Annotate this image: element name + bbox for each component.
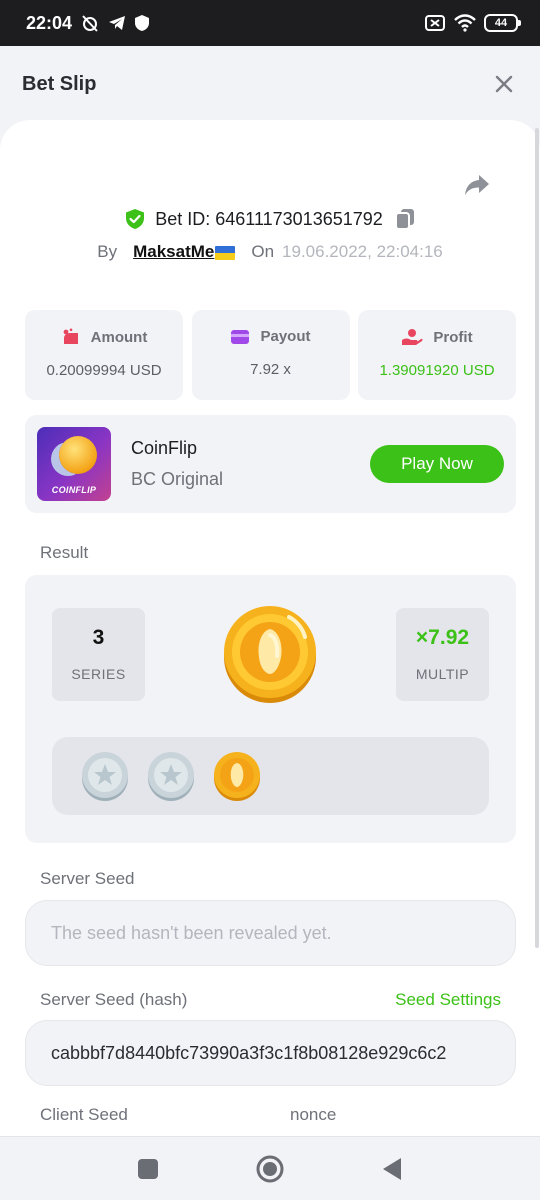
status-bar: 22:04 44 xyxy=(0,0,540,46)
bet-date: 19.06.2022, 22:04:16 xyxy=(282,242,443,261)
by-label: By xyxy=(97,242,118,261)
server-seed-hash-label: Server Seed (hash) xyxy=(40,990,188,1009)
header: Bet Slip xyxy=(0,46,540,122)
username: MaksatMe xyxy=(133,242,215,261)
gold-coin-icon xyxy=(224,606,316,703)
copy-icon xyxy=(394,209,414,230)
coin-history xyxy=(52,737,489,815)
bet-id: Bet ID: 64611173013651792 xyxy=(155,208,383,229)
bet-stats: Amount 0.20099994 USD Payout 7.92 x Prof… xyxy=(25,310,516,400)
series-box: 3 SERIES xyxy=(52,608,145,701)
server-seed-field[interactable]: The seed hasn't been revealed yet. xyxy=(25,900,516,966)
sim-off-icon xyxy=(424,14,446,32)
battery-icon: 44 xyxy=(484,14,521,32)
game-name: CoinFlip xyxy=(131,438,198,458)
play-now-button[interactable]: Play Now xyxy=(370,445,504,483)
stat-payout-value: 7.92 x xyxy=(250,361,291,378)
stat-profit: Profit 1.39091920 USD xyxy=(358,310,516,400)
shield-status-icon xyxy=(134,14,150,32)
close-button[interactable] xyxy=(490,70,518,98)
verified-shield-icon xyxy=(125,208,145,230)
game-provider: BC Original xyxy=(131,469,224,489)
page-title: Bet Slip xyxy=(22,72,97,95)
username-link[interactable]: MaksatMe xyxy=(133,242,236,262)
gold-coin-icon xyxy=(214,752,260,801)
stat-amount: Amount 0.20099994 USD xyxy=(25,310,183,400)
home-button[interactable] xyxy=(250,1149,290,1189)
close-icon xyxy=(495,75,513,93)
thumbnail-label: COINFLIP xyxy=(51,485,97,495)
wifi-icon xyxy=(454,14,476,32)
silver-coin-icon xyxy=(148,752,194,801)
alarm-off-icon xyxy=(80,13,100,33)
stat-profit-label: Profit xyxy=(433,328,473,346)
hand-coin-icon xyxy=(401,328,423,346)
client-seed-label: Client Seed xyxy=(40,1105,128,1124)
square-icon xyxy=(138,1158,158,1179)
result-label: Result xyxy=(40,543,89,562)
copy-button[interactable] xyxy=(394,208,415,230)
coinflip-thumbnail[interactable]: COINFLIP xyxy=(37,427,111,501)
multiplier-box: ×7.92 MULTIP xyxy=(396,608,489,701)
ukraine-flag-icon xyxy=(215,245,236,260)
recent-apps-button[interactable] xyxy=(128,1149,168,1189)
share-icon xyxy=(465,175,489,195)
series-label: SERIES xyxy=(71,666,126,682)
stat-amount-value: 0.20099994 USD xyxy=(46,362,162,379)
server-seed-label: Server Seed xyxy=(40,869,135,888)
stat-amount-label: Amount xyxy=(90,328,148,346)
back-button[interactable] xyxy=(372,1149,412,1189)
home-circle-icon xyxy=(256,1155,284,1182)
stat-profit-value: 1.39091920 USD xyxy=(379,362,495,379)
coin-thumbnail-icon xyxy=(59,436,97,474)
game-card: COINFLIP CoinFlip BC Original Play Now xyxy=(25,415,516,513)
card-icon xyxy=(230,329,250,345)
stat-payout-label: Payout xyxy=(260,328,311,345)
server-seed-hash-field[interactable]: cabbbf7d8440bfc73990a3f3c1f8b08128e929c6… xyxy=(25,1020,516,1086)
multiplier-label: MULTIP xyxy=(415,666,470,682)
silver-coin-icon xyxy=(82,752,128,801)
nonce-label: nonce xyxy=(290,1105,337,1124)
result-panel: 3 SERIES ×7.92 MULTIP xyxy=(25,575,516,843)
stat-payout: Payout 7.92 x xyxy=(191,310,350,400)
seed-settings-link[interactable]: Seed Settings xyxy=(395,990,501,1010)
back-triangle-icon xyxy=(383,1157,401,1180)
telegram-icon xyxy=(108,14,126,32)
coins-icon xyxy=(61,328,81,346)
bet-id-row: Bet ID: 64611173013651792 xyxy=(0,208,540,230)
system-nav-bar xyxy=(0,1136,540,1200)
clock: 22:04 xyxy=(26,12,73,33)
series-value: 3 xyxy=(92,626,105,649)
bet-author-row: By MaksatMe On 19.06.2022, 22:04:16 xyxy=(0,242,540,262)
multiplier-value: ×7.92 xyxy=(415,626,470,649)
bet-slip-sheet: Bet ID: 64611173013651792 By MaksatMe On… xyxy=(0,120,540,1136)
scrollbar[interactable] xyxy=(535,128,539,948)
share-button[interactable] xyxy=(462,170,492,200)
on-label: On xyxy=(251,242,275,261)
